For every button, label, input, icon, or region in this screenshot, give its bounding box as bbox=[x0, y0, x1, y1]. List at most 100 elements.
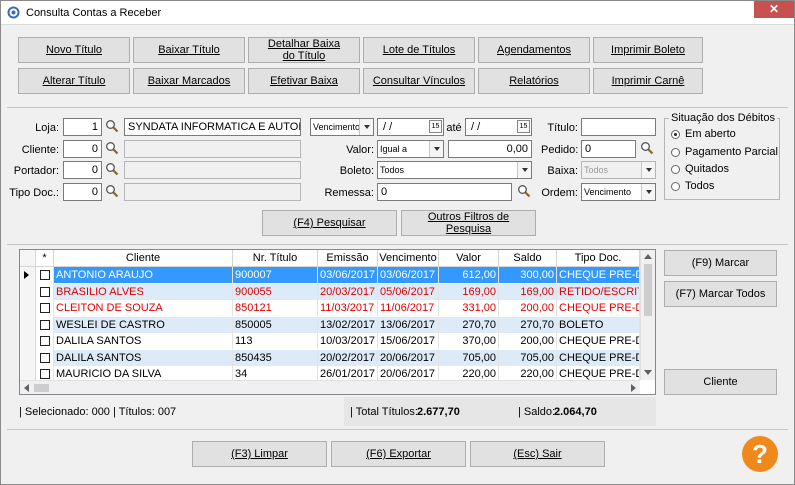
marcar-todos-button[interactable]: (F7) Marcar Todos bbox=[664, 281, 777, 307]
col-header-vencimento[interactable]: Vencimento bbox=[378, 250, 439, 267]
cell-venc[interactable]: 13/06/2017 bbox=[378, 316, 439, 333]
baixar-marcados-button[interactable]: Baixar Marcados bbox=[133, 68, 245, 94]
search-icon[interactable] bbox=[105, 184, 119, 198]
exportar-button[interactable]: (F6) Exportar bbox=[331, 441, 466, 467]
cell-emissao[interactable]: 20/03/2017 bbox=[318, 283, 378, 300]
relatorios-button[interactable]: Relatórios bbox=[478, 68, 590, 94]
cell-nr[interactable]: 113 bbox=[233, 333, 318, 349]
cell-emissao[interactable]: 11/03/2017 bbox=[318, 300, 378, 316]
horizontal-scrollbar[interactable] bbox=[20, 380, 640, 394]
search-icon[interactable] bbox=[517, 184, 531, 198]
valor-operator-select[interactable]: Igual a bbox=[377, 140, 444, 158]
radio-quitados[interactable] bbox=[671, 165, 680, 174]
cell-venc[interactable]: 20/06/2017 bbox=[378, 349, 439, 366]
row-indicator[interactable] bbox=[20, 283, 36, 300]
cell-nr[interactable]: 900007 bbox=[233, 267, 318, 283]
row-indicator[interactable] bbox=[20, 300, 36, 317]
row-indicator[interactable] bbox=[20, 333, 36, 350]
titles-grid[interactable]: * Cliente Nr. Título Emissão Vencimento … bbox=[19, 249, 656, 395]
portador-code-field[interactable]: 0 bbox=[63, 161, 102, 179]
cell-saldo[interactable]: 200,00 bbox=[499, 300, 557, 316]
cell-tipo[interactable]: RETIDO/ESCRITO bbox=[557, 283, 640, 300]
pedido-field[interactable]: 0 bbox=[581, 140, 636, 158]
cell-saldo[interactable]: 270,70 bbox=[499, 316, 557, 333]
imprimir-carne-button[interactable]: Imprimir Carnê bbox=[593, 68, 703, 94]
efetivar-baixa-button[interactable]: Efetivar Baixa bbox=[248, 68, 360, 94]
hscroll-thumb[interactable] bbox=[34, 384, 49, 392]
cell-valor[interactable]: 270,70 bbox=[439, 316, 499, 333]
cell-venc[interactable]: 11/06/2017 bbox=[378, 300, 439, 316]
close-button[interactable]: ✕ bbox=[754, 1, 794, 18]
radio-pagamento-parcial[interactable] bbox=[671, 148, 680, 157]
pesquisar-button[interactable]: (F4) Pesquisar bbox=[262, 210, 397, 236]
row-indicator[interactable] bbox=[20, 316, 36, 333]
search-icon[interactable] bbox=[105, 141, 119, 155]
cell-valor[interactable]: 705,00 bbox=[439, 349, 499, 366]
cell-nr[interactable]: 900055 bbox=[233, 283, 318, 300]
agendamentos-button[interactable]: Agendamentos bbox=[478, 37, 590, 63]
cell-emissao[interactable]: 03/06/2017 bbox=[318, 267, 378, 283]
table-row[interactable]: WESLEI DE CASTRO 850005 13/02/2017 13/06/20… bbox=[20, 316, 640, 333]
cell-cliente[interactable]: BRASILIO ALVES bbox=[54, 283, 233, 300]
remessa-field[interactable]: 0 bbox=[377, 183, 512, 201]
outros-filtros-button[interactable]: Outros Filtros de Pesquisa bbox=[401, 210, 536, 236]
detalhar-baixa-button[interactable]: Detalhar Baixa do Título bbox=[248, 37, 360, 63]
col-header-valor[interactable]: Valor bbox=[439, 250, 499, 267]
imprimir-boleto-button[interactable]: Imprimir Boleto bbox=[593, 37, 703, 63]
cell-emissao[interactable]: 13/02/2017 bbox=[318, 316, 378, 333]
row-checkbox[interactable] bbox=[40, 286, 50, 297]
cell-saldo[interactable]: 300,00 bbox=[499, 267, 557, 283]
table-row[interactable]: CLEITON DE SOUZA 850121 11/03/2017 11/06/20… bbox=[20, 300, 640, 317]
row-indicator[interactable] bbox=[20, 267, 36, 284]
cell-saldo[interactable]: 200,00 bbox=[499, 333, 557, 349]
marcar-button[interactable]: (F9) Marcar bbox=[664, 250, 777, 276]
cell-venc[interactable]: 15/06/2017 bbox=[378, 333, 439, 349]
cell-saldo[interactable]: 169,00 bbox=[499, 283, 557, 300]
valor-field[interactable]: 0,00 bbox=[448, 140, 532, 158]
titulo-field[interactable] bbox=[581, 118, 656, 136]
scroll-left-icon[interactable] bbox=[24, 384, 29, 392]
ordem-select[interactable]: Vencimento bbox=[581, 183, 656, 201]
cell-cliente[interactable]: CLEITON DE SOUZA bbox=[54, 300, 233, 316]
search-icon[interactable] bbox=[105, 119, 119, 133]
cell-nr[interactable]: 850435 bbox=[233, 349, 318, 366]
cell-valor[interactable]: 331,00 bbox=[439, 300, 499, 316]
row-checkbox[interactable] bbox=[40, 270, 50, 280]
cell-venc[interactable]: 05/06/2017 bbox=[378, 283, 439, 300]
row-checkbox[interactable] bbox=[40, 369, 50, 379]
table-row[interactable]: BRASILIO ALVES 900055 20/03/2017 05/06/2017… bbox=[20, 283, 640, 300]
cell-cliente[interactable]: WESLEI DE CASTRO bbox=[54, 316, 233, 333]
cliente-button[interactable]: Cliente bbox=[664, 369, 777, 395]
scroll-up-icon[interactable] bbox=[644, 254, 652, 259]
boleto-select[interactable]: Todos bbox=[377, 161, 532, 179]
table-row[interactable]: DALILA SANTOS 113 10/03/2017 15/06/2017 370,… bbox=[20, 333, 640, 350]
row-checkbox[interactable] bbox=[40, 352, 50, 363]
scroll-down-icon[interactable] bbox=[644, 370, 652, 375]
calendar-icon[interactable]: 15 bbox=[517, 120, 530, 133]
loja-name-field[interactable]: SYNDATA INFORMATICA E AUTOMAC bbox=[124, 118, 301, 136]
col-header-emissao[interactable]: Emissão bbox=[318, 250, 378, 267]
cell-tipo[interactable]: CHEQUE PRE-DAT bbox=[557, 267, 640, 283]
cell-emissao[interactable]: 20/02/2017 bbox=[318, 349, 378, 366]
radio-todos[interactable] bbox=[671, 182, 680, 191]
radio-em-aberto[interactable] bbox=[671, 130, 680, 139]
row-checkbox[interactable] bbox=[40, 303, 50, 313]
vertical-scrollbar[interactable] bbox=[640, 250, 655, 380]
loja-code-field[interactable]: 1 bbox=[63, 118, 102, 136]
help-icon[interactable]: ? bbox=[742, 436, 778, 472]
cell-valor[interactable]: 169,00 bbox=[439, 283, 499, 300]
baixar-titulo-button[interactable]: Baixar Título bbox=[133, 37, 245, 63]
col-header-mark[interactable]: * bbox=[36, 250, 54, 267]
cell-tipo[interactable]: CHEQUE PRE-DAT bbox=[557, 349, 640, 366]
scroll-right-icon[interactable] bbox=[631, 384, 636, 392]
calendar-icon[interactable]: 15 bbox=[429, 120, 442, 133]
novo-titulo-button[interactable]: Novo Título bbox=[18, 37, 130, 63]
cell-cliente[interactable]: DALILA SANTOS bbox=[54, 349, 233, 366]
cell-cliente[interactable]: ANTONIO ARAUJO bbox=[54, 267, 233, 283]
col-header-saldo[interactable]: Saldo bbox=[499, 250, 557, 267]
row-indicator[interactable] bbox=[20, 349, 36, 366]
col-header-cliente[interactable]: Cliente bbox=[54, 250, 233, 267]
search-icon[interactable] bbox=[105, 162, 119, 176]
cell-emissao[interactable]: 10/03/2017 bbox=[318, 333, 378, 349]
scroll-thumb[interactable] bbox=[644, 264, 652, 316]
